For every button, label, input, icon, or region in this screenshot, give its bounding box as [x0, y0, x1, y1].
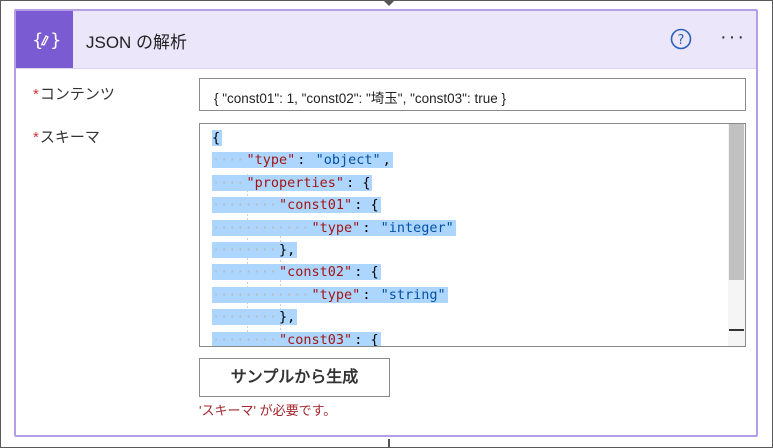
code-token: "object"	[315, 152, 383, 169]
whitespace-marker: ····	[212, 152, 247, 169]
code-line: ········},	[212, 306, 727, 328]
code-token: : {	[354, 197, 381, 214]
code-token: "const02"	[279, 264, 355, 281]
schema-editor[interactable]: {···· "type": "object", ···· "properties": …	[199, 123, 746, 347]
content-label-text: コンテンツ	[39, 86, 115, 103]
code-token: "properties"	[246, 174, 347, 191]
whitespace-marker: ············	[212, 219, 312, 236]
svg-text:?: ?	[678, 33, 685, 48]
connector-line	[388, 439, 390, 448]
code-line: {	[212, 127, 727, 149]
scroll-marker	[729, 329, 744, 331]
code-token: :	[362, 286, 381, 303]
code-token: : {	[354, 264, 381, 281]
code-line: ············ "type": "string"	[212, 284, 727, 306]
scrollbar-track[interactable]	[728, 124, 745, 346]
code-token: : {	[346, 174, 373, 191]
scrollbar-thumb[interactable]	[729, 124, 744, 280]
code-token: "type"	[311, 286, 363, 303]
code-line: ···· "properties": {	[212, 172, 727, 194]
schema-code[interactable]: {···· "type": "object", ···· "properties": …	[212, 127, 727, 347]
schema-field-label: *スキーマ	[33, 126, 100, 147]
svg-text:}: }	[50, 30, 60, 51]
code-token: "type"	[246, 152, 298, 169]
code-token: },	[279, 309, 298, 326]
card-title[interactable]: JSON の解析	[86, 28, 187, 53]
code-token: "const01"	[279, 197, 355, 214]
required-mark: *	[33, 86, 39, 103]
help-circle-icon[interactable]: ?	[670, 28, 692, 50]
connector-arrow-icon	[381, 0, 397, 6]
content-input[interactable]: { "const01": 1, "const02": "埼玉", "const0…	[199, 78, 746, 111]
code-line: ········},	[212, 239, 727, 261]
code-line: ········ "const02": {	[212, 261, 727, 283]
whitespace-marker: ········	[212, 331, 280, 347]
card-header[interactable]: { } JSON の解析 ? ···	[16, 11, 756, 69]
more-dots-icon[interactable]: ···	[720, 27, 746, 47]
code-token: ,	[382, 152, 393, 169]
whitespace-marker: ········	[212, 309, 280, 326]
code-token: {	[212, 130, 223, 146]
whitespace-marker: ········	[212, 264, 280, 281]
svg-text:{: {	[32, 30, 43, 51]
schema-label-text: スキーマ	[39, 129, 100, 146]
code-token: : {	[354, 331, 381, 347]
code-token: :	[297, 152, 316, 169]
code-token: "type"	[311, 219, 363, 236]
code-token: :	[362, 219, 381, 236]
whitespace-marker: ····	[212, 174, 247, 191]
code-line: ········ "const03": {	[212, 329, 727, 347]
parse-json-action-card: { } JSON の解析 ? ··· *コンテンツ { "const01": 1…	[14, 9, 758, 437]
json-parse-icon: { }	[16, 11, 73, 68]
whitespace-marker: ········	[212, 241, 280, 258]
schema-required-error: 'スキーマ' が必要です。	[199, 403, 337, 418]
content-field-label: *コンテンツ	[33, 83, 115, 104]
code-token: "const03"	[279, 331, 355, 347]
code-token: },	[279, 241, 298, 258]
whitespace-marker: ············	[212, 286, 312, 303]
required-mark: *	[33, 129, 39, 146]
code-token: "integer"	[380, 219, 456, 236]
code-line: ········ "const01": {	[212, 194, 727, 216]
generate-from-sample-button[interactable]: サンプルから生成	[199, 358, 390, 397]
code-line: ············ "type": "integer"	[212, 217, 727, 239]
code-line: ···· "type": "object",	[212, 149, 727, 171]
code-token: "string"	[380, 286, 448, 303]
whitespace-marker: ········	[212, 197, 280, 214]
